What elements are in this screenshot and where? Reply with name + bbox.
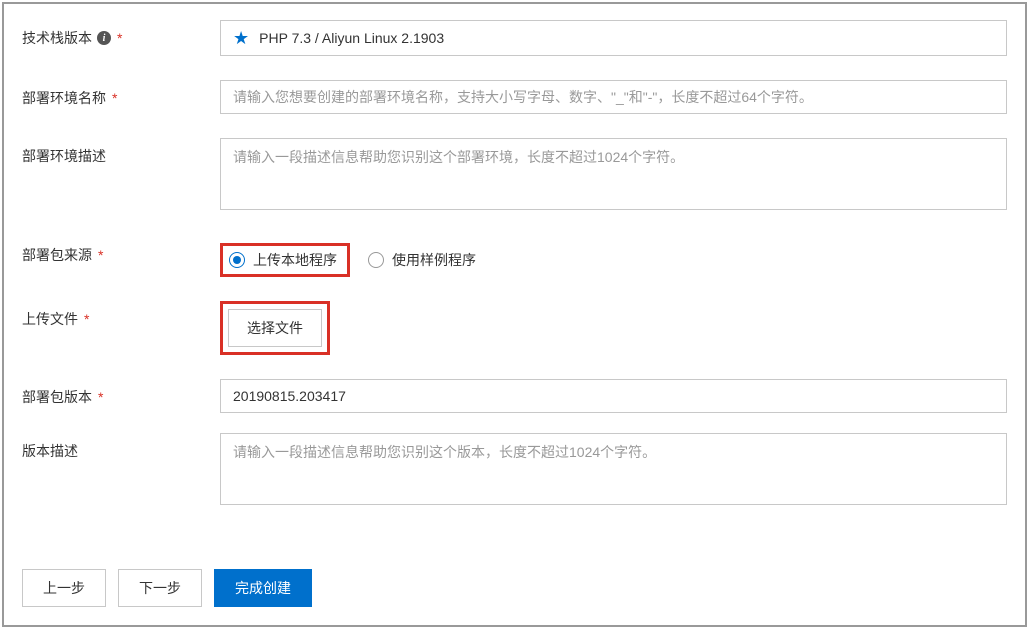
- label-pkg-source: 部署包来源 *: [22, 237, 220, 265]
- radio-circle-checked-icon: [229, 252, 245, 268]
- label-text: 上传文件: [22, 309, 78, 329]
- radio-label: 使用样例程序: [392, 250, 476, 270]
- pkg-source-radio-group: 上传本地程序 使用样例程序: [220, 237, 1007, 277]
- field-env-desc: [220, 138, 1007, 213]
- label-env-desc: 部署环境描述: [22, 138, 220, 166]
- row-pkg-version: 部署包版本 *: [22, 379, 1007, 413]
- required-marker: *: [84, 311, 89, 327]
- row-stack-version: 技术栈版本 i * ★ PHP 7.3 / Aliyun Linux 2.190…: [22, 20, 1007, 56]
- info-icon[interactable]: i: [97, 31, 111, 45]
- row-env-name: 部署环境名称 *: [22, 80, 1007, 114]
- star-icon: ★: [233, 29, 249, 47]
- env-desc-textarea[interactable]: [220, 138, 1007, 210]
- form-container: 技术栈版本 i * ★ PHP 7.3 / Aliyun Linux 2.190…: [2, 2, 1027, 627]
- stack-version-select[interactable]: ★ PHP 7.3 / Aliyun Linux 2.1903: [220, 20, 1007, 56]
- finish-button[interactable]: 完成创建: [214, 569, 312, 607]
- prev-button[interactable]: 上一步: [22, 569, 106, 607]
- row-version-desc: 版本描述: [22, 433, 1007, 508]
- label-pkg-version: 部署包版本 *: [22, 379, 220, 407]
- choose-file-button[interactable]: 选择文件: [228, 309, 322, 347]
- version-desc-textarea[interactable]: [220, 433, 1007, 505]
- row-env-desc: 部署环境描述: [22, 138, 1007, 213]
- next-button[interactable]: 下一步: [118, 569, 202, 607]
- label-text: 版本描述: [22, 441, 78, 461]
- field-version-desc: [220, 433, 1007, 508]
- radio-upload-local[interactable]: 上传本地程序: [229, 250, 337, 270]
- field-env-name: [220, 80, 1007, 114]
- required-marker: *: [117, 30, 122, 46]
- stack-version-value: PHP 7.3 / Aliyun Linux 2.1903: [259, 30, 444, 46]
- field-pkg-source: 上传本地程序 使用样例程序: [220, 237, 1007, 277]
- row-pkg-source: 部署包来源 * 上传本地程序 使用样例程序: [22, 237, 1007, 277]
- required-marker: *: [98, 247, 103, 263]
- required-marker: *: [98, 389, 103, 405]
- field-stack-version: ★ PHP 7.3 / Aliyun Linux 2.1903: [220, 20, 1007, 56]
- label-env-name: 部署环境名称 *: [22, 80, 220, 108]
- row-upload-file: 上传文件 * 选择文件: [22, 301, 1007, 355]
- field-upload-file: 选择文件: [220, 301, 1007, 355]
- label-text: 部署环境描述: [22, 146, 106, 166]
- highlight-upload-local: 上传本地程序: [220, 243, 350, 277]
- label-stack-version: 技术栈版本 i *: [22, 20, 220, 48]
- label-text: 部署包版本: [22, 387, 92, 407]
- highlight-choose-file: 选择文件: [220, 301, 330, 355]
- env-name-input[interactable]: [220, 80, 1007, 114]
- required-marker: *: [112, 90, 117, 106]
- radio-use-sample[interactable]: 使用样例程序: [368, 250, 476, 270]
- label-text: 部署环境名称: [22, 88, 106, 108]
- label-version-desc: 版本描述: [22, 433, 220, 461]
- radio-label: 上传本地程序: [253, 250, 337, 270]
- label-text: 部署包来源: [22, 245, 92, 265]
- footer-buttons: 上一步 下一步 完成创建: [22, 569, 312, 607]
- label-text: 技术栈版本: [22, 28, 92, 48]
- radio-circle-icon: [368, 252, 384, 268]
- pkg-version-input[interactable]: [220, 379, 1007, 413]
- label-upload-file: 上传文件 *: [22, 301, 220, 329]
- field-pkg-version: [220, 379, 1007, 413]
